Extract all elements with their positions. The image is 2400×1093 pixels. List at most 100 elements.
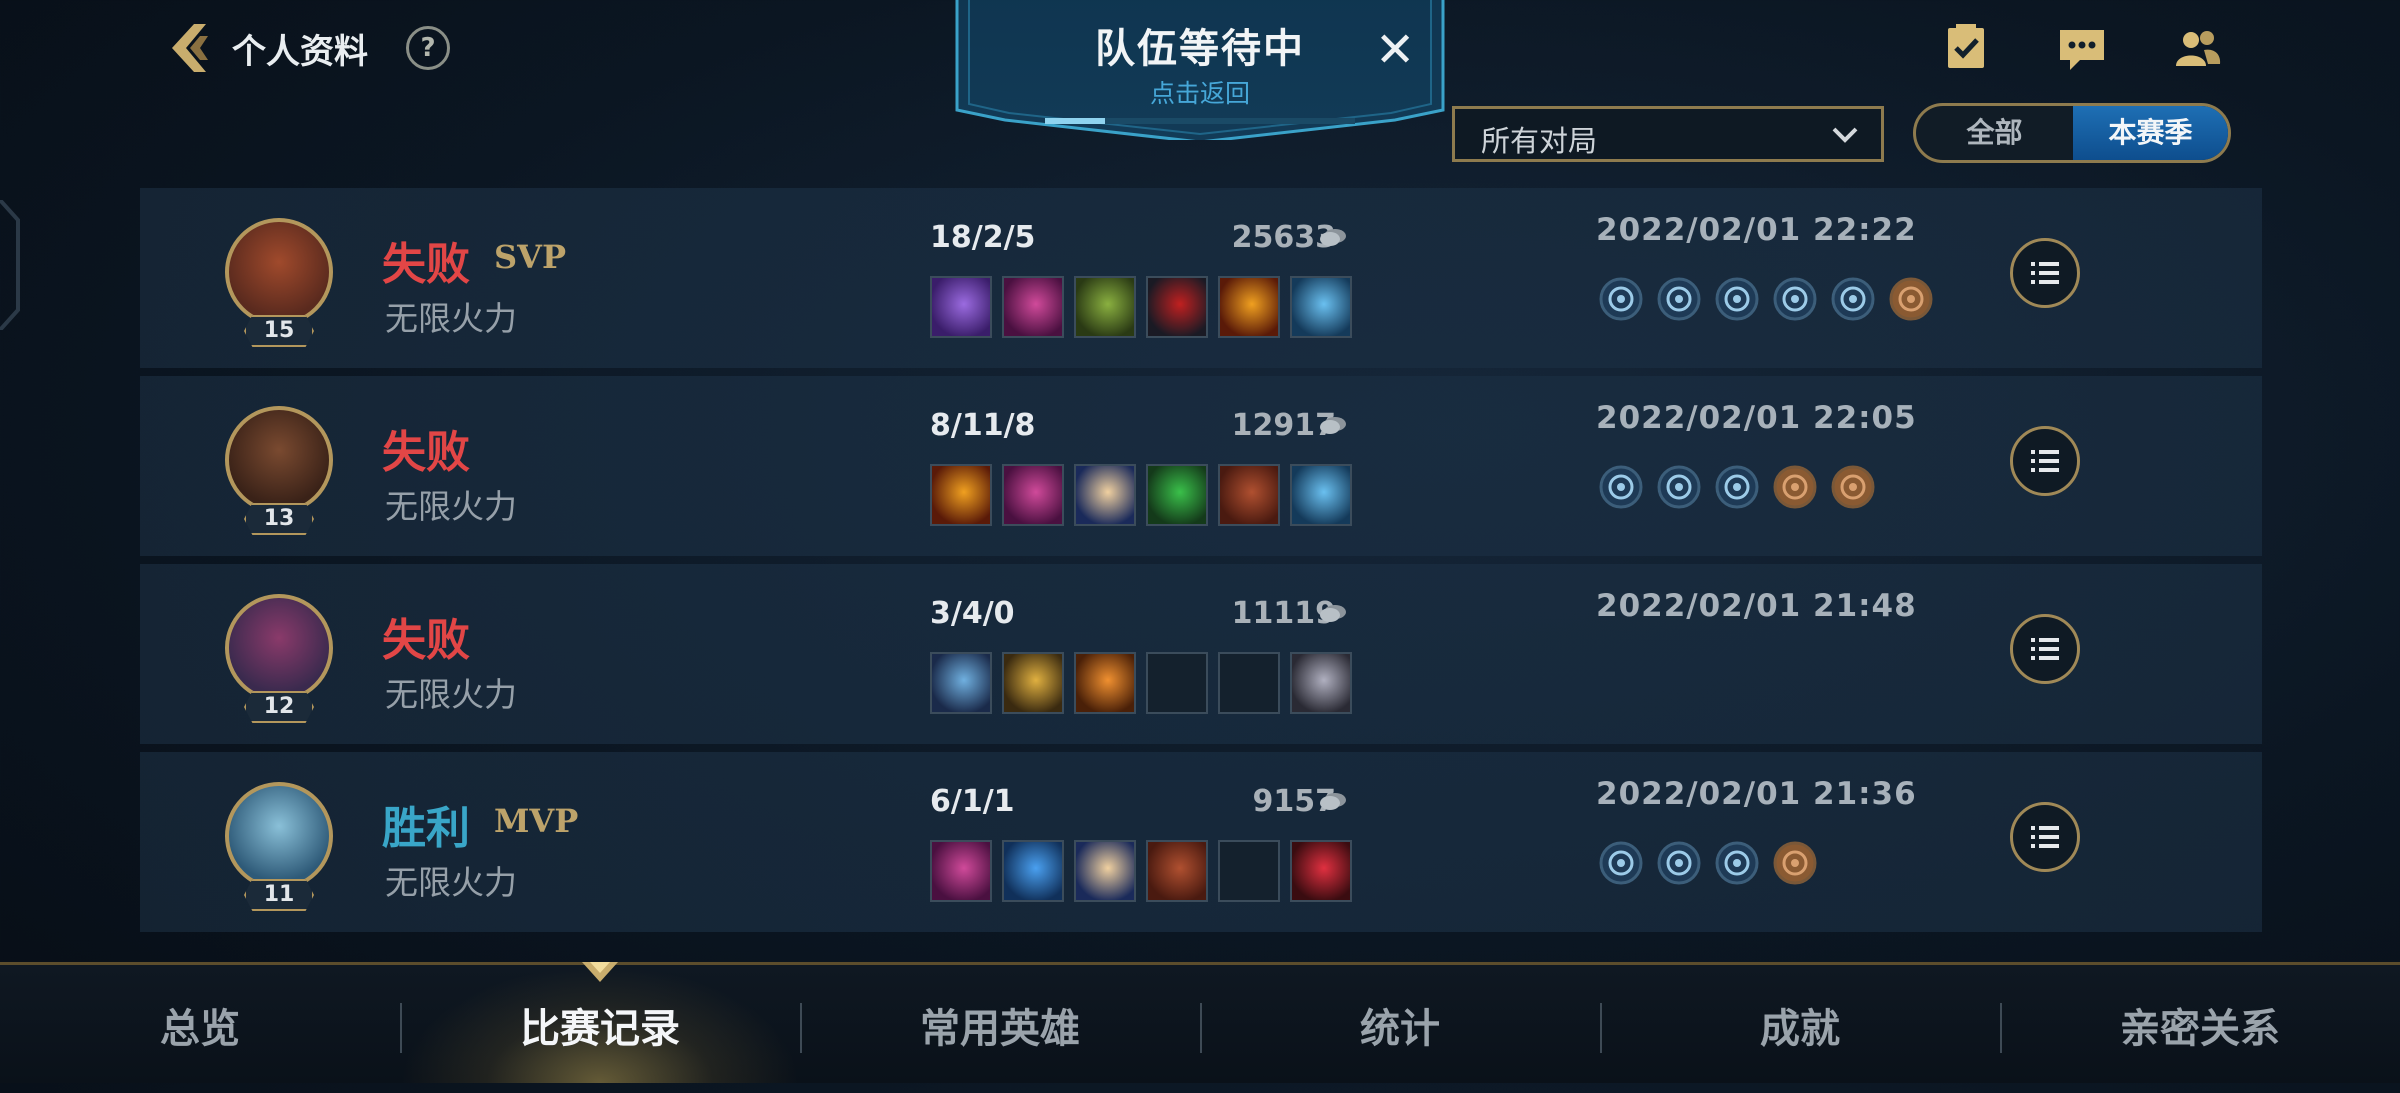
match-result: 胜利 <box>382 803 470 854</box>
blue-medal-icon[interactable] <box>1656 464 1702 510</box>
tab-separator <box>2000 1003 2002 1053</box>
item-icon[interactable] <box>1290 464 1352 526</box>
item-icon[interactable] <box>930 840 992 902</box>
top-bar: 个人资料 ? 队伍等待中 点击返回 ✕ 所有对局 全部 本赛季 <box>0 0 2400 170</box>
list-icon <box>2031 638 2059 660</box>
queue-return-link[interactable]: 点击返回 <box>955 74 1445 110</box>
blue-medal-icon[interactable] <box>1656 276 1702 322</box>
back-chevron-icon <box>172 24 208 72</box>
toggle-all[interactable]: 全部 <box>1916 106 2073 160</box>
match-filter-value: 所有对局 <box>1481 124 1598 158</box>
tab-3[interactable]: 统计 <box>1200 965 1600 1083</box>
match-row[interactable]: 13 失败 无限火力 8/11/8 12917 2022/02/01 22:05 <box>140 376 2262 556</box>
tab-5[interactable]: 亲密关系 <box>2000 965 2400 1083</box>
match-row[interactable]: 12 失败 无限火力 3/4/0 11119 2022/02/01 21:48 <box>140 564 2262 744</box>
bronze-medal-icon[interactable] <box>1772 840 1818 886</box>
blue-medal-icon[interactable] <box>1772 276 1818 322</box>
blue-medal-icon[interactable] <box>1598 464 1644 510</box>
gold-coin-icon <box>1320 417 1346 434</box>
item-icon[interactable] <box>1002 652 1064 714</box>
match-detail-button[interactable] <box>2010 614 2080 684</box>
item-icon[interactable] <box>1002 276 1064 338</box>
item-icon[interactable] <box>1074 652 1136 714</box>
chat-icon[interactable] <box>2058 24 2106 72</box>
gold-coin-icon <box>1320 229 1346 246</box>
item-icon[interactable] <box>1074 840 1136 902</box>
item-icon[interactable] <box>1218 276 1280 338</box>
item-icon[interactable] <box>930 276 992 338</box>
performance-badge: MVP <box>494 802 579 840</box>
queue-close-button[interactable]: ✕ <box>1375 22 1415 78</box>
item-icon[interactable] <box>930 652 992 714</box>
help-button[interactable]: ? <box>406 26 450 70</box>
match-date: 2022/02/01 21:36 <box>1596 776 1917 812</box>
item-icon[interactable] <box>1074 276 1136 338</box>
match-date: 2022/02/01 22:05 <box>1596 400 1917 436</box>
kda-stat: 18/2/5 <box>930 220 1036 255</box>
tab-4[interactable]: 成就 <box>1600 965 2000 1083</box>
hero-avatar <box>225 594 333 702</box>
queue-status-panel[interactable]: 队伍等待中 点击返回 ✕ <box>955 0 1445 140</box>
list-icon <box>2031 450 2059 472</box>
blue-medal-icon[interactable] <box>1656 840 1702 886</box>
blue-medal-icon[interactable] <box>1598 276 1644 322</box>
game-mode: 无限火力 <box>385 487 517 526</box>
tab-separator <box>1200 1003 1202 1053</box>
item-icon[interactable] <box>1074 464 1136 526</box>
blue-medal-icon[interactable] <box>1714 840 1760 886</box>
empty-item-slot[interactable] <box>1218 840 1280 902</box>
match-result: 失败 <box>382 615 470 666</box>
list-icon <box>2031 262 2059 284</box>
bronze-medal-icon[interactable] <box>1772 464 1818 510</box>
match-history-list: 15 失败 SVP 无限火力 18/2/5 25633 2022/02/01 22:22 1… <box>140 188 2262 940</box>
item-icon[interactable] <box>1146 276 1208 338</box>
match-detail-button[interactable] <box>2010 238 2080 308</box>
tab-separator <box>1600 1003 1602 1053</box>
bronze-medal-icon[interactable] <box>1888 276 1934 322</box>
match-date: 2022/02/01 21:48 <box>1596 588 1917 624</box>
match-date: 2022/02/01 22:22 <box>1596 212 1917 248</box>
chevron-down-icon <box>1832 127 1858 143</box>
match-row[interactable]: 11 胜利 MVP 无限火力 6/1/1 9157 2022/02/01 21:36 <box>140 752 2262 932</box>
empty-item-slot[interactable] <box>1146 652 1208 714</box>
bottom-navigation: 总览 比赛记录 常用英雄 统计 成就 亲密关系 <box>0 962 2400 1083</box>
match-row[interactable]: 15 失败 SVP 无限火力 18/2/5 25633 2022/02/01 22:22 <box>140 188 2262 368</box>
match-detail-button[interactable] <box>2010 802 2080 872</box>
hero-level-badge: 12 <box>244 691 314 723</box>
bronze-medal-icon[interactable] <box>1830 464 1876 510</box>
kda-stat: 8/11/8 <box>930 408 1036 443</box>
item-icon[interactable] <box>930 464 992 526</box>
hero-level-badge: 15 <box>244 315 314 347</box>
item-icon[interactable] <box>1146 464 1208 526</box>
blue-medal-icon[interactable] <box>1830 276 1876 322</box>
kda-stat: 3/4/0 <box>930 596 1015 631</box>
back-button[interactable] <box>160 18 220 78</box>
toggle-current-season[interactable]: 本赛季 <box>2073 106 2228 160</box>
item-icon[interactable] <box>1218 464 1280 526</box>
season-toggle[interactable]: 全部 本赛季 <box>1913 103 2231 163</box>
match-filter-select[interactable]: 所有对局 <box>1452 106 1884 162</box>
tab-0[interactable]: 总览 <box>0 965 400 1083</box>
match-detail-button[interactable] <box>2010 426 2080 496</box>
performance-badge: SVP <box>494 238 566 276</box>
blue-medal-icon[interactable] <box>1714 464 1760 510</box>
game-mode: 无限火力 <box>385 675 517 714</box>
checklist-icon[interactable] <box>1942 24 1990 72</box>
page-title: 个人资料 <box>232 32 368 72</box>
item-icon[interactable] <box>1146 840 1208 902</box>
item-icon[interactable] <box>1002 840 1064 902</box>
blue-medal-icon[interactable] <box>1714 276 1760 322</box>
item-icon[interactable] <box>1002 464 1064 526</box>
item-icon[interactable] <box>1290 652 1352 714</box>
empty-item-slot[interactable] <box>1218 652 1280 714</box>
game-mode: 无限火力 <box>385 863 517 902</box>
hero-level-badge: 11 <box>244 879 314 911</box>
blue-medal-icon[interactable] <box>1598 840 1644 886</box>
list-icon <box>2031 826 2059 848</box>
item-icon[interactable] <box>1290 840 1352 902</box>
item-icon[interactable] <box>1290 276 1352 338</box>
tab-2[interactable]: 常用英雄 <box>800 965 1200 1083</box>
friends-icon[interactable] <box>2174 24 2222 72</box>
tab-separator <box>400 1003 402 1053</box>
gold-coin-icon <box>1320 605 1346 622</box>
